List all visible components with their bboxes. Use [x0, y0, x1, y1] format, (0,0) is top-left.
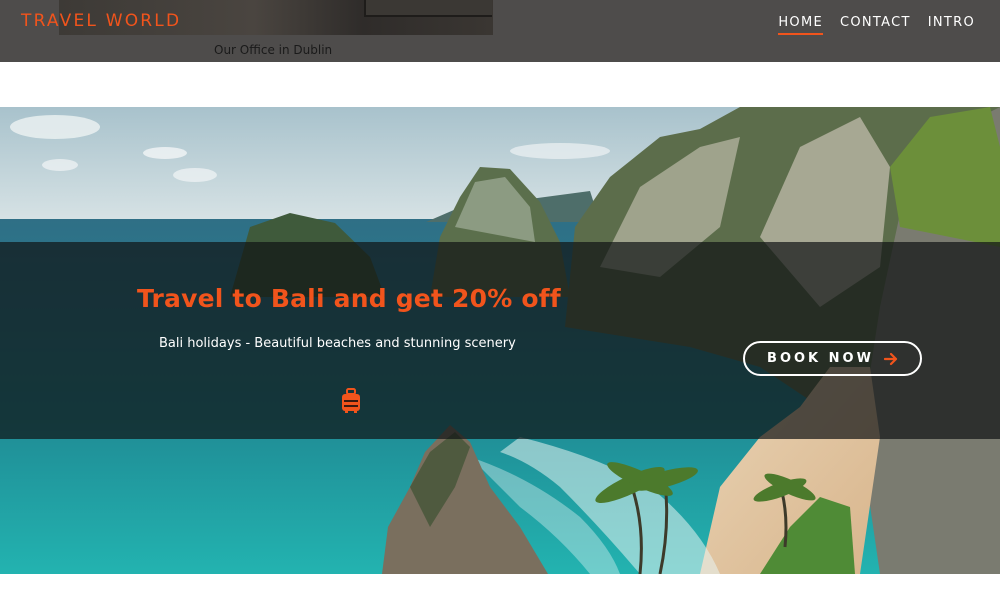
office-caption: Our Office in Dublin — [214, 43, 333, 57]
nav-link-intro[interactable]: INTRO — [928, 15, 975, 35]
book-now-button[interactable]: BOOK NOW — [743, 341, 922, 376]
hero-subline: Bali holidays - Beautiful beaches and st… — [159, 336, 516, 351]
book-now-label: BOOK NOW — [767, 351, 874, 366]
arrow-right-icon — [883, 352, 898, 365]
main-nav: HOME CONTACT INTRO — [778, 15, 975, 35]
luggage-icon — [342, 388, 360, 413]
navbar: Our Office in Dublin TRAVEL WORLD HOME C… — [0, 0, 1000, 62]
office-image-frame — [364, 0, 492, 17]
hero-headline: Travel to Bali and get 20% off — [137, 284, 561, 313]
nav-link-contact[interactable]: CONTACT — [840, 15, 911, 35]
site-logo[interactable]: TRAVEL WORLD — [21, 11, 181, 31]
nav-link-home[interactable]: HOME — [778, 15, 823, 35]
